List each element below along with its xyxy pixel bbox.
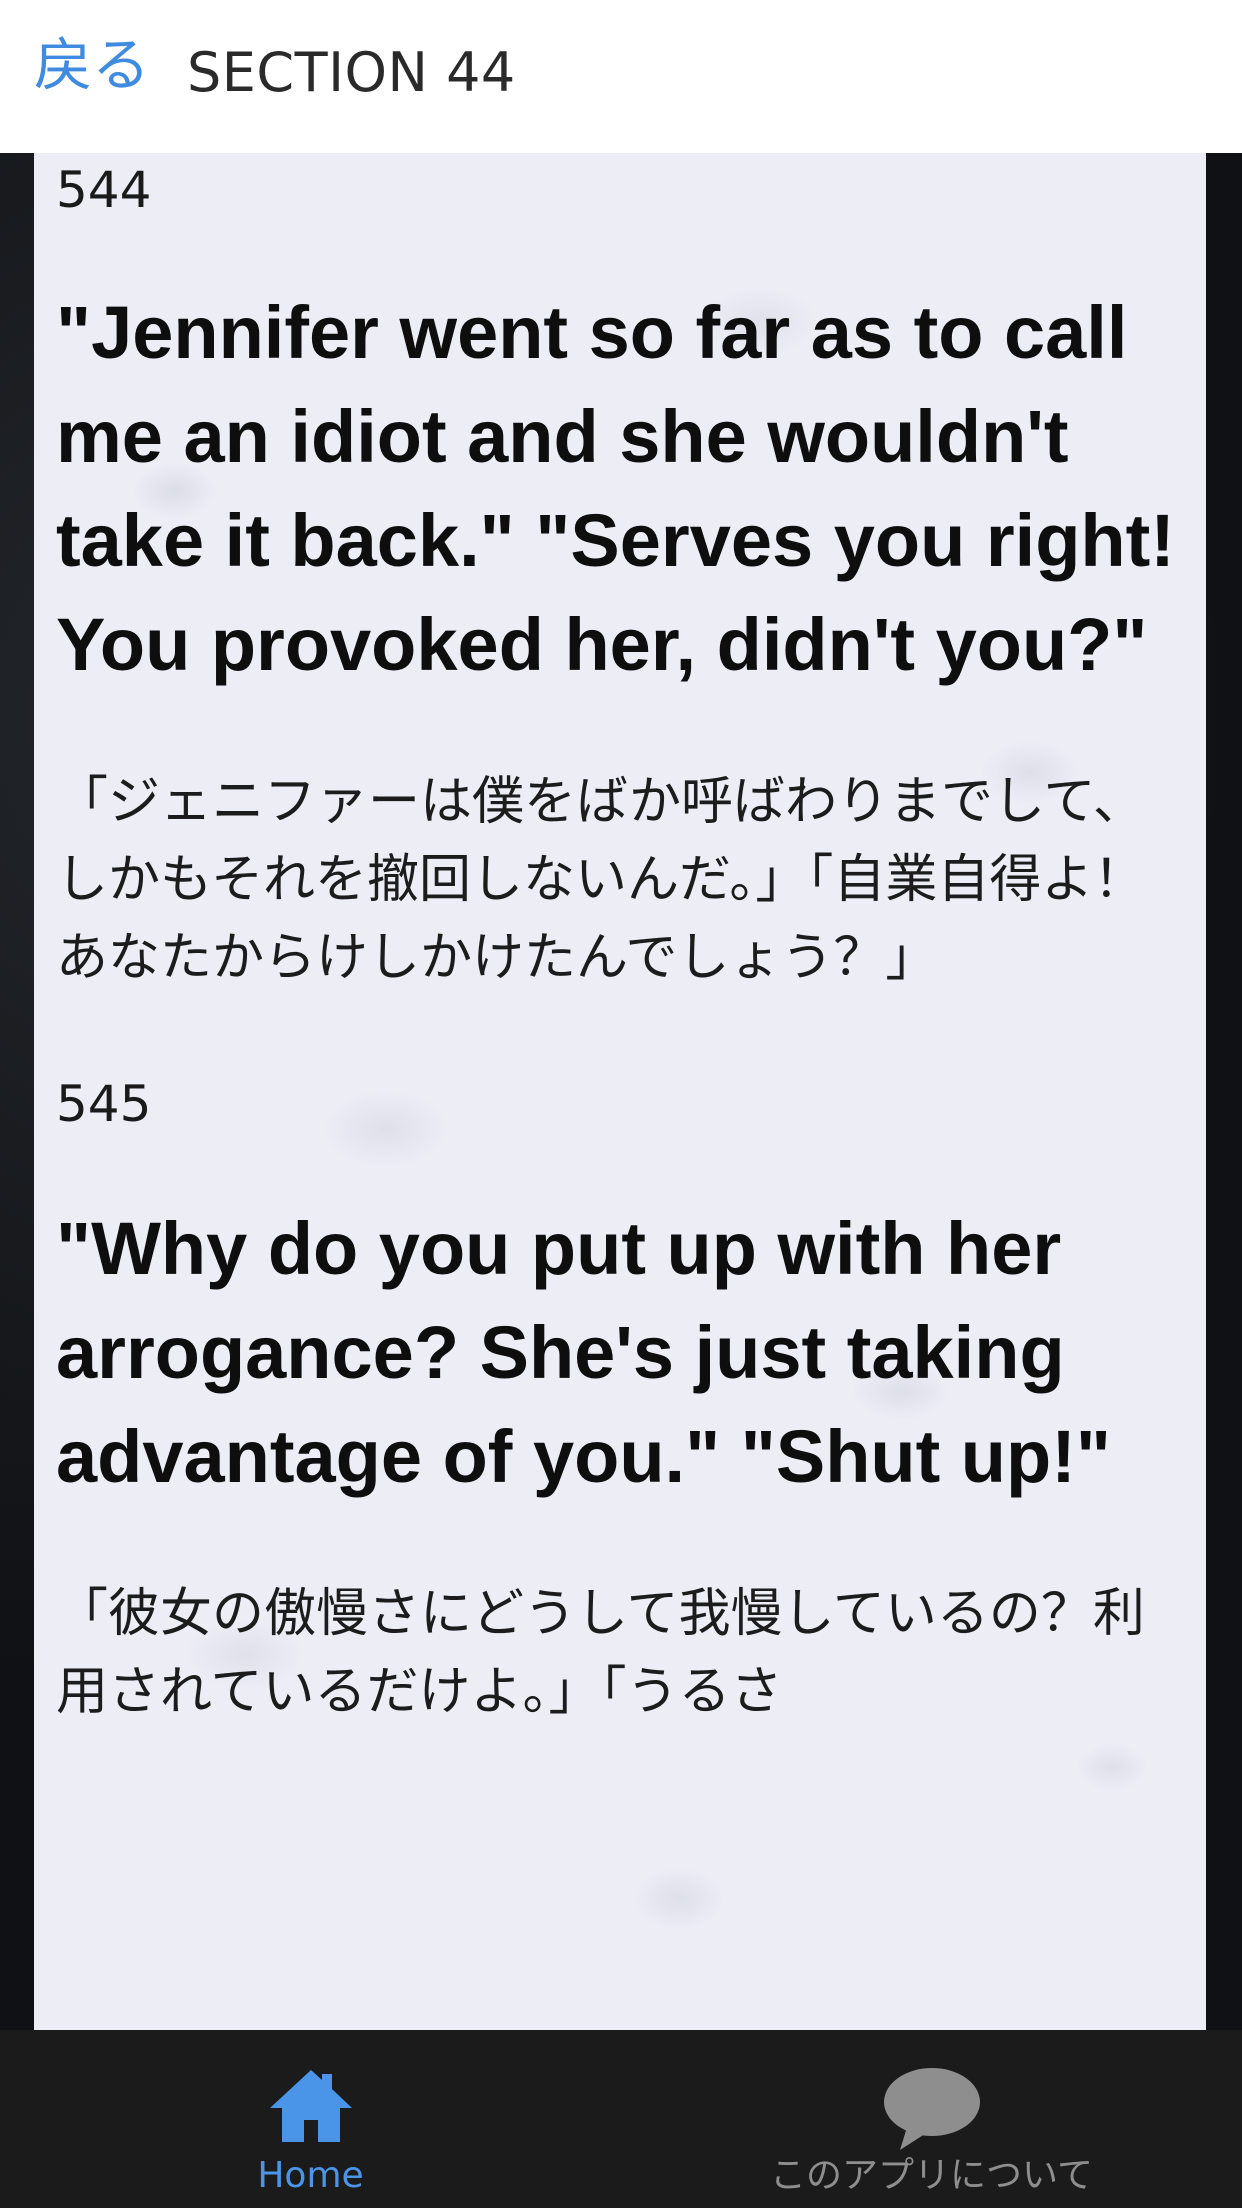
entry-japanese-text: 「彼女の傲慢さにどうして我慢しているの？利用されているだけよ。」「うるさ [56, 1584, 1145, 1722]
app-header: 戻る SECTION 44 [0, 0, 1242, 153]
entry-english-text: "Why do you put up with her arrogance? S… [56, 1207, 1111, 1498]
reading-pane[interactable]: 544 "Jennifer went so far as to call me … [34, 153, 1206, 2030]
back-button[interactable]: 戻る [34, 30, 150, 100]
nav-item-about[interactable]: このアプリについて [621, 2030, 1242, 2208]
chat-bubble-icon [882, 2066, 982, 2156]
entry-number: 544 [56, 161, 152, 219]
home-icon [266, 2066, 356, 2148]
page-title: SECTION 44 [187, 41, 516, 104]
entry-544: 544 "Jennifer went so far as to call me … [56, 153, 1184, 997]
entry-japanese-text: 「ジェニファーは僕をばか呼ばわりまでして、しかもそれを撤回しないんだ。」「自業自… [56, 772, 1146, 988]
entry-545: 545 "Why do you put up with her arroganc… [56, 1073, 1184, 1731]
bottom-navigation: Home このアプリについて [0, 2030, 1242, 2208]
entry-number: 545 [56, 1075, 152, 1133]
entry-english-text: "Jennifer went so far as to call me an i… [56, 291, 1175, 686]
nav-item-home[interactable]: Home [0, 2030, 621, 2208]
nav-label-about: このアプリについて [770, 2155, 1093, 2196]
content-frame: 544 "Jennifer went so far as to call me … [0, 153, 1242, 2030]
nav-label-home: Home [257, 2155, 364, 2196]
